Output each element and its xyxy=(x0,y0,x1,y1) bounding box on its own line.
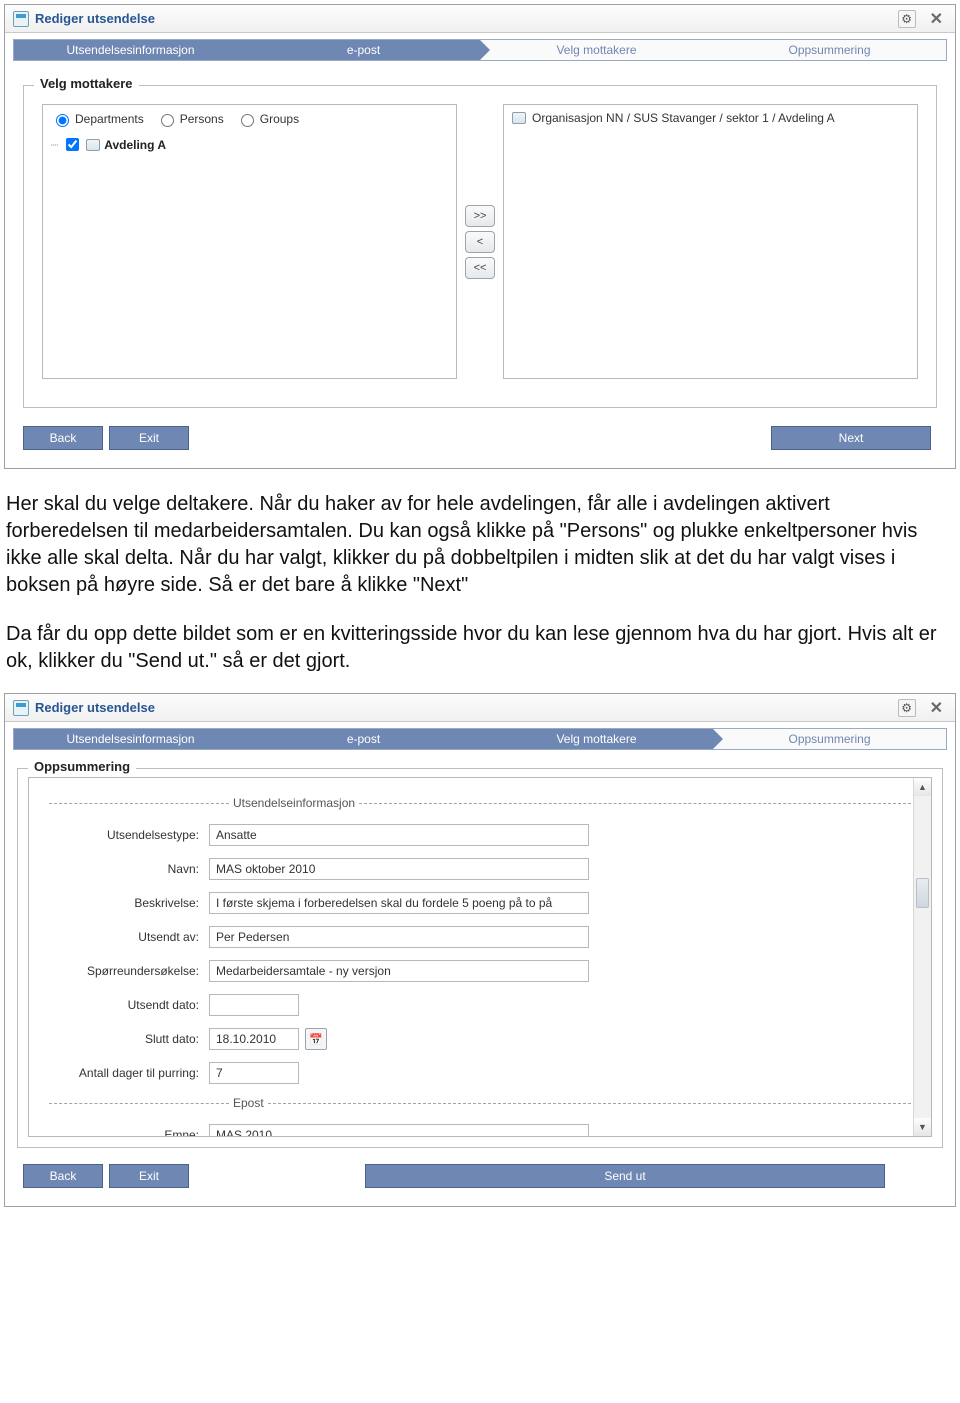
end-date-value: 18.10.2010 xyxy=(209,1028,299,1050)
exit-button[interactable]: Exit xyxy=(109,426,189,450)
tree-checkbox[interactable] xyxy=(66,138,79,151)
gear-icon[interactable]: ⚙ xyxy=(898,699,916,717)
scrollbar[interactable]: ▲ ▼ xyxy=(913,778,931,1136)
tree-item-avdeling[interactable]: ┈ Avdeling A xyxy=(51,135,448,154)
back-button[interactable]: Back xyxy=(23,1164,103,1188)
type-label: Utsendelsestype: xyxy=(49,828,209,842)
selected-panel: Organisasjon NN / SUS Stavanger / sektor… xyxy=(503,104,918,379)
reminder-label: Antall dager til purring: xyxy=(49,1066,209,1080)
titlebar: Rediger utsendelse ⚙ ✕ xyxy=(5,694,955,722)
name-label: Navn: xyxy=(49,862,209,876)
dialog-select-recipients: Rediger utsendelse ⚙ ✕ Utsendelsesinform… xyxy=(4,4,956,469)
dialog-footer: Back Exit Next xyxy=(5,416,955,468)
type-value: Ansatte xyxy=(209,824,589,846)
sent-date-value xyxy=(209,994,299,1016)
subject-value: MAS 2010 xyxy=(209,1124,589,1137)
add-button[interactable]: >> xyxy=(465,205,495,227)
groupbox-legend: Oppsummering xyxy=(28,759,136,774)
scroll-thumb[interactable] xyxy=(916,878,929,908)
selected-item-label: Organisasjon NN / SUS Stavanger / sektor… xyxy=(532,111,835,125)
app-icon xyxy=(13,700,29,716)
wizard-steps: Utsendelsesinformasjon e-post Velg motta… xyxy=(13,728,947,750)
send-button[interactable]: Send ut xyxy=(365,1164,885,1188)
radio-persons[interactable]: Persons xyxy=(156,111,224,127)
summary-groupbox: Oppsummering Utsendelseinformasjon Utsen… xyxy=(17,768,943,1148)
survey-value: Medarbeidersamtale - ny versjon xyxy=(209,960,589,982)
desc-value: I første skjema i forberedelsen skal du … xyxy=(209,892,589,914)
radio-groups[interactable]: Groups xyxy=(236,111,299,127)
transfer-buttons: >> < << xyxy=(465,104,495,379)
sender-label: Utsendt av: xyxy=(49,930,209,944)
desc-label: Beskrivelse: xyxy=(49,896,209,910)
back-button[interactable]: Back xyxy=(23,426,103,450)
name-value: MAS oktober 2010 xyxy=(209,858,589,880)
subject-label: Emne: xyxy=(49,1128,209,1137)
tree-item-label: Avdeling A xyxy=(104,138,166,152)
step-info[interactable]: Utsendelsesinformasjon xyxy=(14,729,247,749)
dialog-footer: Back Exit Send ut xyxy=(5,1154,955,1206)
department-icon xyxy=(86,139,100,151)
step-epost[interactable]: e-post xyxy=(247,40,480,60)
gear-icon[interactable]: ⚙ xyxy=(898,10,916,28)
survey-label: Spørreundersøkelse: xyxy=(49,964,209,978)
end-date-label: Slutt dato: xyxy=(49,1032,209,1046)
department-icon xyxy=(512,112,526,124)
radio-groups-input[interactable] xyxy=(241,114,254,127)
remove-button[interactable]: < xyxy=(465,231,495,253)
scroll-down-icon[interactable]: ▼ xyxy=(914,1118,931,1136)
wizard-steps: Utsendelsesinformasjon e-post Velg motta… xyxy=(13,39,947,61)
dialog-summary: Rediger utsendelse ⚙ ✕ Utsendelsesinform… xyxy=(4,693,956,1207)
recipients-groupbox: Velg mottakere Departments Persons Group… xyxy=(23,85,937,408)
radio-departments-input[interactable] xyxy=(56,114,69,127)
step-summary[interactable]: Oppsummering xyxy=(713,40,946,60)
step-recipients[interactable]: Velg mottakere xyxy=(480,729,713,749)
calendar-icon[interactable]: 📅 xyxy=(305,1028,327,1050)
window-title: Rediger utsendelse xyxy=(35,11,898,26)
groupbox-legend: Velg mottakere xyxy=(34,76,139,91)
close-icon[interactable]: ✕ xyxy=(926,698,947,718)
summary-scroll-area: Utsendelseinformasjon Utsendelsestype: A… xyxy=(28,777,932,1137)
section-utsendelse: Utsendelseinformasjon xyxy=(49,796,911,810)
section-epost: Epost xyxy=(49,1096,911,1110)
radio-persons-input[interactable] xyxy=(161,114,174,127)
instruction-paragraph-2: Da får du opp dette bildet som er en kvi… xyxy=(6,621,952,675)
sent-date-label: Utsendt dato: xyxy=(49,998,209,1012)
step-info[interactable]: Utsendelsesinformasjon xyxy=(14,40,247,60)
reminder-value: 7 xyxy=(209,1062,299,1084)
window-title: Rediger utsendelse xyxy=(35,700,898,715)
app-icon xyxy=(13,11,29,27)
step-epost[interactable]: e-post xyxy=(247,729,480,749)
remove-all-button[interactable]: << xyxy=(465,257,495,279)
step-recipients[interactable]: Velg mottakere xyxy=(480,40,713,60)
tree-connector-icon: ┈ xyxy=(51,138,58,152)
sender-value: Per Pedersen xyxy=(209,926,589,948)
instruction-paragraph-1: Her skal du velge deltakere. Når du hake… xyxy=(6,491,952,599)
exit-button[interactable]: Exit xyxy=(109,1164,189,1188)
next-button[interactable]: Next xyxy=(771,426,931,450)
radio-departments[interactable]: Departments xyxy=(51,111,144,127)
scroll-up-icon[interactable]: ▲ xyxy=(914,778,931,796)
available-panel: Departments Persons Groups ┈ Avdeli xyxy=(42,104,457,379)
titlebar: Rediger utsendelse ⚙ ✕ xyxy=(5,5,955,33)
close-icon[interactable]: ✕ xyxy=(926,9,947,29)
step-summary[interactable]: Oppsummering xyxy=(713,729,946,749)
selected-item[interactable]: Organisasjon NN / SUS Stavanger / sektor… xyxy=(512,111,909,125)
